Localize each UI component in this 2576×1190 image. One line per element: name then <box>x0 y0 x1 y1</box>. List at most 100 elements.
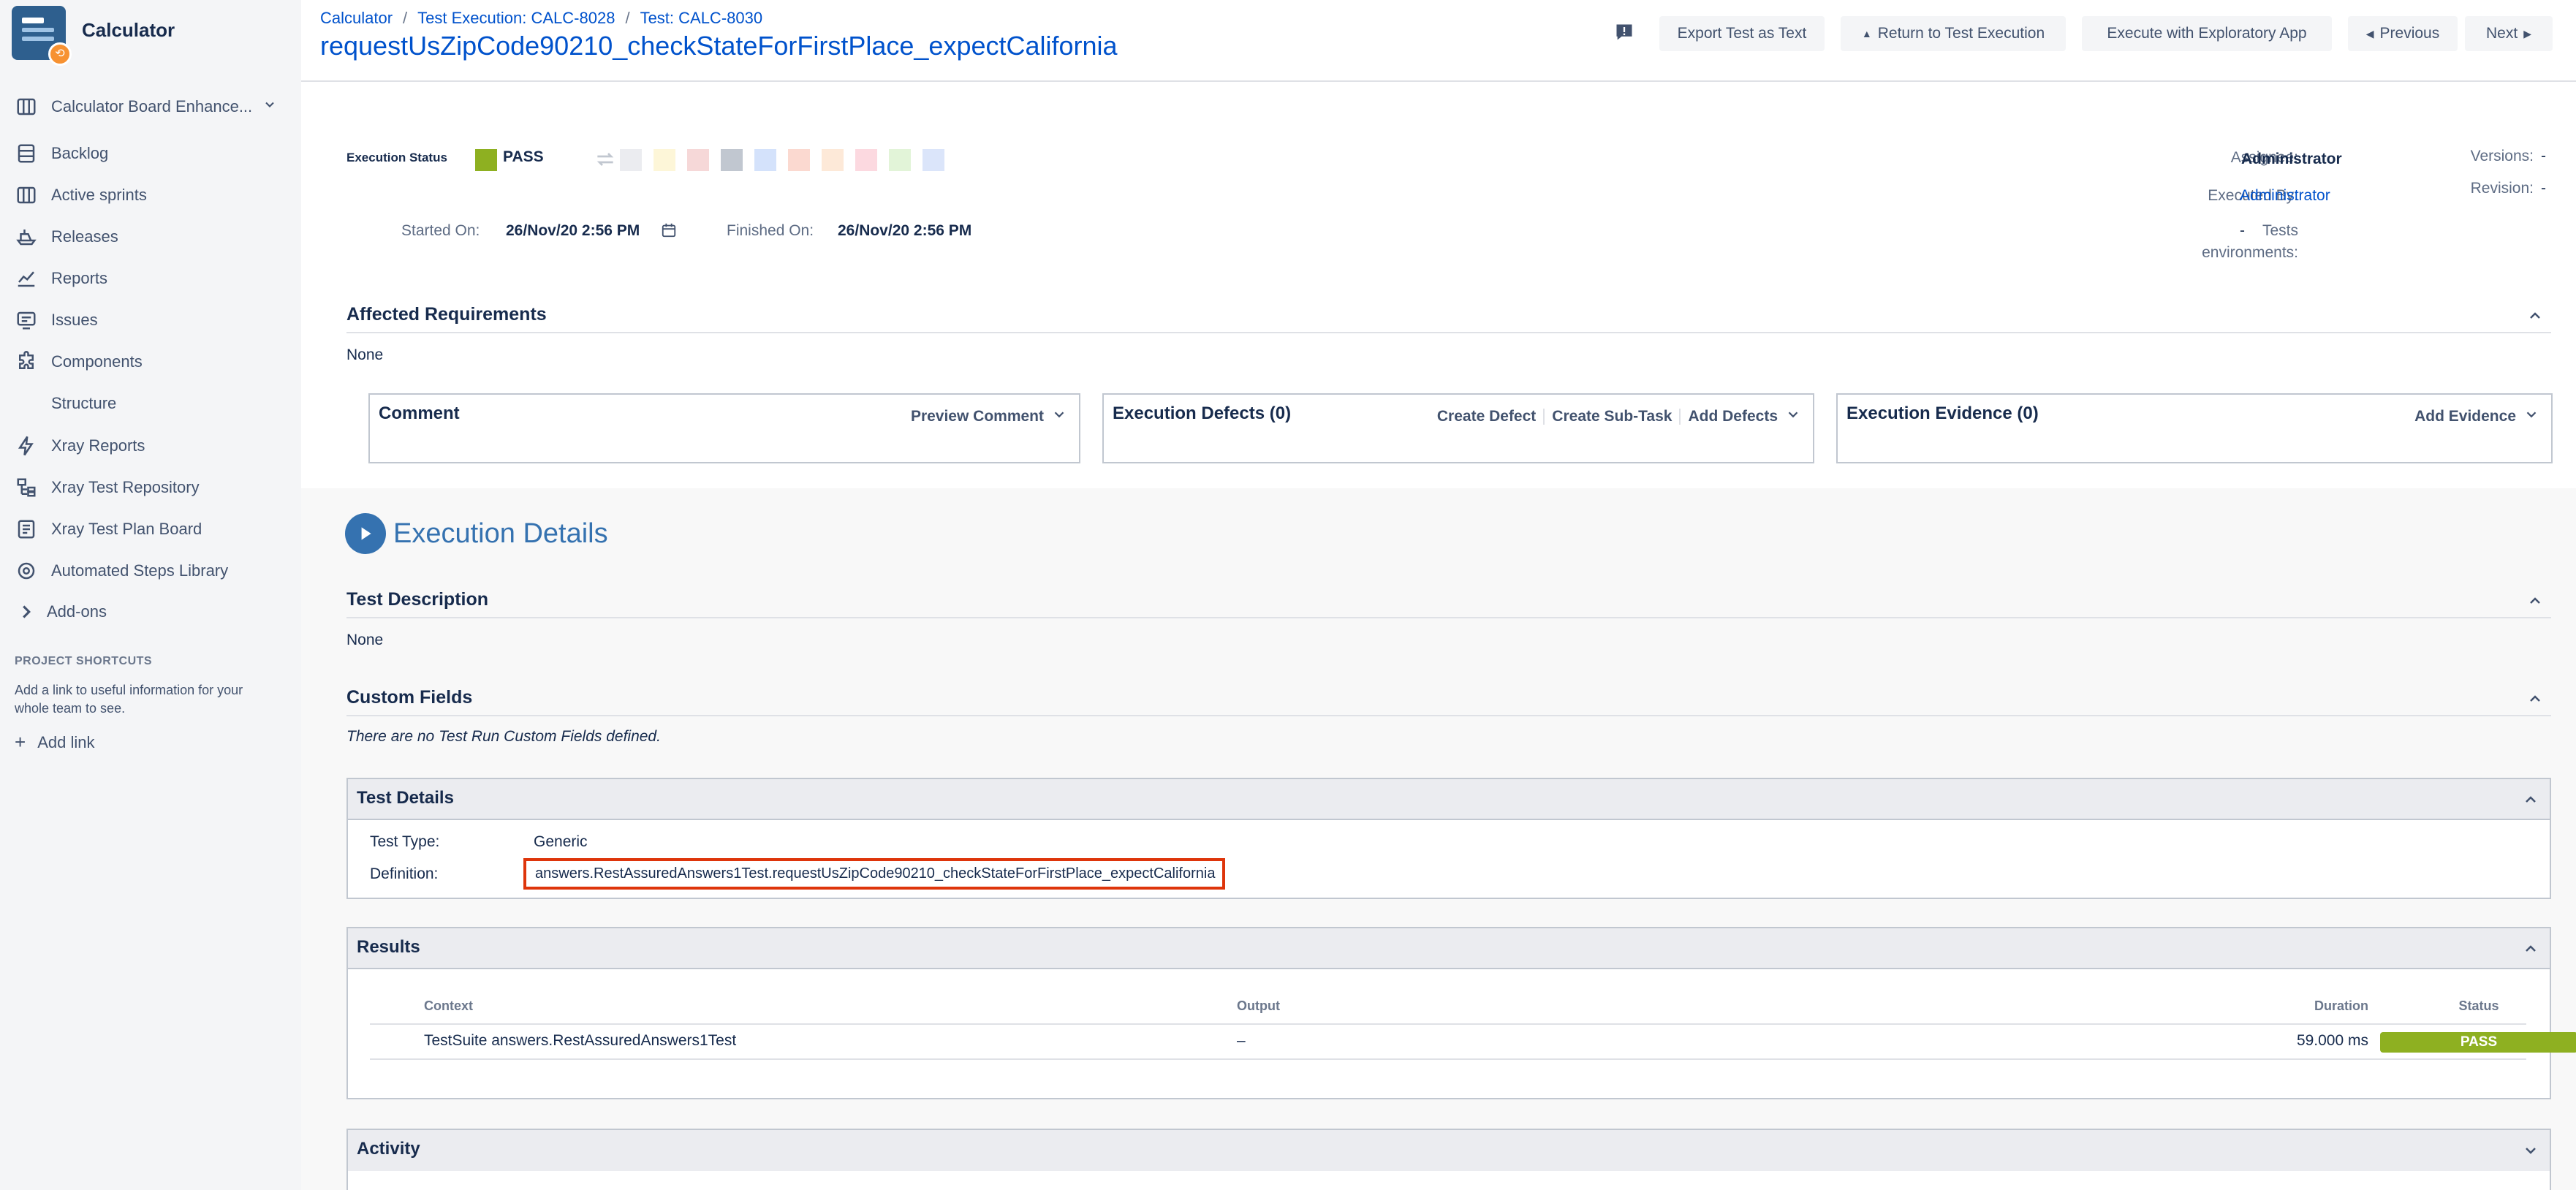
breadcrumb-test-execution[interactable]: Test Execution: CALC-8028 <box>417 9 615 28</box>
sidebar-item-backlog[interactable]: Backlog <box>15 139 292 168</box>
play-icon <box>345 513 386 554</box>
status-option-swatch[interactable] <box>687 149 709 171</box>
execution-details-title: Execution Details <box>393 518 608 549</box>
affected-requirements-value: None <box>346 346 384 363</box>
project-name[interactable]: Calculator <box>82 19 175 42</box>
main-content: Calculator / Test Execution: CALC-8028 /… <box>301 0 2576 1190</box>
sidebar-item-label: Releases <box>51 227 118 246</box>
execution-evidence-panel: Execution Evidence (0) Add Evidence <box>1836 393 2553 463</box>
status-option-swatch[interactable] <box>654 149 675 171</box>
chevron-down-icon[interactable] <box>1051 406 1067 427</box>
breadcrumb-test[interactable]: Test: CALC-8030 <box>640 9 763 28</box>
assignee-value[interactable]: Administrator <box>2241 151 2342 168</box>
next-label: Next <box>2486 25 2518 42</box>
sidebar-item-reports[interactable]: Reports <box>15 264 292 293</box>
affected-requirements-title: Affected Requirements <box>346 304 547 325</box>
sidebar-item-structure[interactable]: Structure <box>15 389 292 418</box>
sidebar-item-label: Issues <box>51 311 98 329</box>
chevron-up-icon[interactable] <box>2526 592 2544 610</box>
calendar-icon[interactable] <box>661 222 677 243</box>
preview-comment-button[interactable]: Preview Comment <box>904 408 1051 425</box>
add-defects-button[interactable]: Add Defects <box>1681 408 1785 425</box>
status-option-swatch[interactable] <box>721 149 743 171</box>
table-row[interactable]: TestSuite answers.RestAssuredAnswers1Tes… <box>370 1025 2576 1060</box>
caret-left-icon: ◀ <box>2365 27 2374 39</box>
board-name: Calculator Board Enhance... <box>51 97 253 115</box>
finished-on-label: Finished On: <box>727 222 814 239</box>
sidebar-item-xray-test-repository[interactable]: Xray Test Repository <box>15 473 292 502</box>
shortcuts-description: Add a link to useful information for you… <box>15 683 243 716</box>
sidebar-item-active-sprints[interactable]: Active sprints <box>15 181 292 210</box>
add-link-button[interactable]: + Add link <box>15 731 94 754</box>
next-button[interactable]: Next ▶ <box>2465 16 2553 51</box>
tests-environments-value: - <box>2240 222 2245 239</box>
status-option-swatch[interactable] <box>620 149 642 171</box>
bolt-icon <box>15 434 38 458</box>
chevron-down-icon[interactable] <box>2523 406 2539 427</box>
test-details-title: Test Details <box>357 788 454 808</box>
sidebar-item-label: Structure <box>51 394 117 412</box>
execution-status-label: Execution Status <box>346 151 447 164</box>
results-header-output: Output <box>1237 998 1280 1013</box>
board-selector[interactable]: Calculator Board Enhance... <box>15 92 292 121</box>
execution-status-value[interactable]: PASS <box>503 148 544 166</box>
return-to-execution-button[interactable]: ▲ Return to Test Execution <box>1841 16 2066 51</box>
started-on-label: Started On: <box>401 222 480 239</box>
page-title[interactable]: requestUsZipCode90210_checkStateForFirst… <box>320 31 1118 61</box>
status-color-swatch <box>475 149 497 171</box>
execute-exploratory-button[interactable]: Execute with Exploratory App <box>2082 16 2332 51</box>
sidebar-item-label: Xray Test Repository <box>51 478 200 496</box>
comment-title: Comment <box>379 403 460 423</box>
library-icon <box>15 559 38 583</box>
status-option-swatch[interactable] <box>788 149 810 171</box>
breadcrumb-project[interactable]: Calculator <box>320 9 393 28</box>
activity-title: Activity <box>357 1139 420 1159</box>
shortcuts-title: PROJECT SHORTCUTS <box>15 655 153 667</box>
chevron-down-icon <box>262 97 277 116</box>
create-defect-button[interactable]: Create Defect <box>1430 408 1543 425</box>
status-option-swatch[interactable] <box>923 149 944 171</box>
sidebar-item-components[interactable]: Components <box>15 347 292 376</box>
sidebar-item-label: Components <box>51 352 143 371</box>
results-header-status: Status <box>2458 998 2499 1013</box>
sidebar-item-add-ons[interactable]: Add-ons <box>15 597 292 626</box>
chevron-down-icon[interactable] <box>2522 1142 2539 1159</box>
sidebar-item-label: Backlog <box>51 144 109 162</box>
feedback-icon[interactable] <box>1614 22 1634 42</box>
sidebar-item-releases[interactable]: Releases <box>15 222 292 251</box>
sidebar: ⟲ Calculator Calculator Board Enhance...… <box>0 0 301 1190</box>
status-option-swatch[interactable] <box>889 149 911 171</box>
create-subtask-button[interactable]: Create Sub-Task <box>1545 408 1679 425</box>
definition-value: answers.RestAssuredAnswers1Test.requestU… <box>523 858 1226 890</box>
issues-icon <box>15 308 38 332</box>
execution-defects-title: Execution Defects (0) <box>1113 403 1292 423</box>
chevron-up-icon[interactable] <box>2526 307 2544 325</box>
add-evidence-button[interactable]: Add Evidence <box>2407 408 2523 425</box>
result-duration: 59.000 ms <box>2296 1032 2368 1049</box>
sidebar-item-xray-reports[interactable]: Xray Reports <box>15 431 292 461</box>
executed-by-value[interactable]: Administrator <box>2240 187 2330 205</box>
revision-value: - <box>2541 180 2546 197</box>
chevron-up-icon[interactable] <box>2522 940 2539 958</box>
sidebar-item-issues[interactable]: Issues <box>15 306 292 335</box>
execution-defects-panel: Execution Defects (0) Create Defect Crea… <box>1102 393 1814 463</box>
chevron-up-icon[interactable] <box>2522 791 2539 808</box>
export-test-button[interactable]: Export Test as Text <box>1659 16 1825 51</box>
test-description-title: Test Description <box>346 589 489 610</box>
sidebar-item-xray-test-plan-board[interactable]: Xray Test Plan Board <box>15 515 292 544</box>
previous-button[interactable]: ◀ Previous <box>2348 16 2458 51</box>
chevron-up-icon[interactable] <box>2526 690 2544 708</box>
revision-label: Revision: <box>2470 180 2534 197</box>
add-link-label: Add link <box>37 732 95 751</box>
project-avatar[interactable]: ⟲ <box>12 6 72 66</box>
status-option-swatch[interactable] <box>855 149 877 171</box>
versions-value: - <box>2541 148 2546 164</box>
plan-board-icon <box>15 518 38 541</box>
status-option-swatch[interactable] <box>754 149 776 171</box>
status-option-swatch[interactable] <box>822 149 844 171</box>
sidebar-item-automated-steps-library[interactable]: Automated Steps Library <box>15 556 292 585</box>
plus-icon: + <box>15 731 26 753</box>
chevron-down-icon[interactable] <box>1785 406 1801 427</box>
versions-label: Versions: <box>2470 148 2534 164</box>
swap-icon[interactable] <box>594 148 617 175</box>
